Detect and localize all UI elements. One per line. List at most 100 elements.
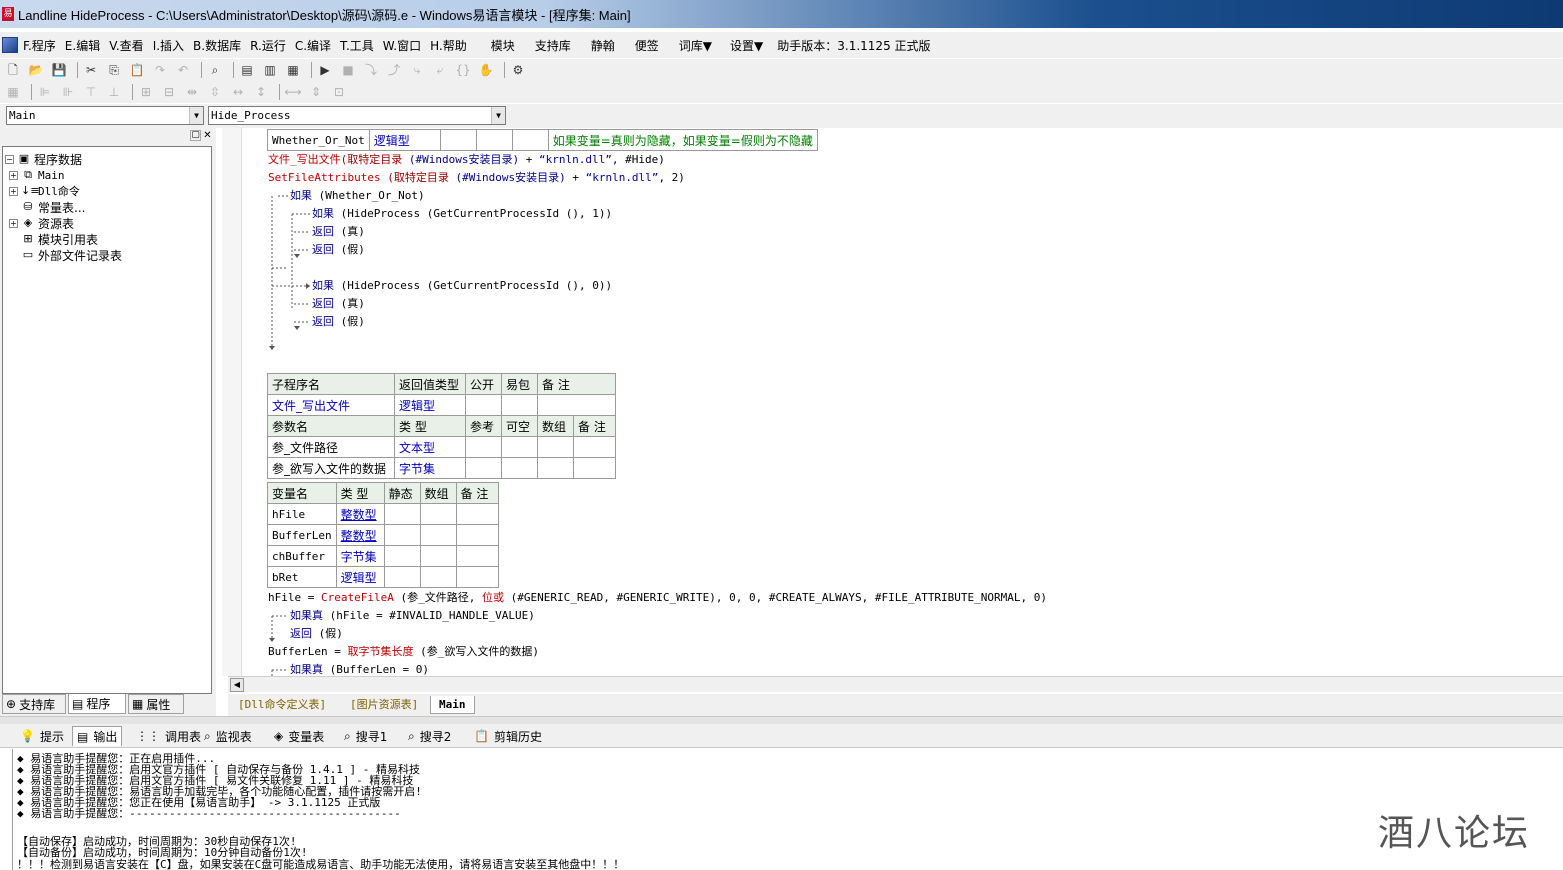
output-panel[interactable]: ◆ 易语言助手提醒您：正在启用插件... ◆ 易语言助手提醒您：启用文官方插件 … bbox=[12, 749, 1563, 870]
align-bottom-icon[interactable]: ⊥ bbox=[105, 83, 123, 101]
code-line[interactable]: 返回 (假) bbox=[312, 315, 365, 329]
expand-icon[interactable]: + bbox=[9, 218, 18, 228]
menu-tools[interactable]: T.工具 bbox=[340, 37, 374, 54]
chevron-down-icon[interactable]: ▼ bbox=[491, 107, 505, 124]
stop-icon[interactable]: ■ bbox=[339, 61, 357, 79]
menu-edit[interactable]: E.编辑 bbox=[65, 37, 100, 54]
expand-icon[interactable]: + bbox=[9, 186, 18, 196]
var-type-cell[interactable]: 整数型 bbox=[335, 503, 385, 525]
var-name-cell[interactable]: hFile bbox=[267, 503, 337, 525]
empty-cell[interactable] bbox=[419, 566, 457, 588]
param-name-cell[interactable]: 参_欲写入文件的数据 bbox=[267, 457, 395, 479]
empty-cell[interactable] bbox=[465, 436, 502, 458]
empty-cell[interactable] bbox=[419, 503, 457, 525]
menu-compile[interactable]: C.编译 bbox=[295, 37, 331, 54]
empty-cell[interactable] bbox=[573, 436, 616, 458]
empty-cell[interactable] bbox=[465, 394, 502, 416]
empty-cell[interactable] bbox=[455, 545, 499, 567]
tab-image-resources[interactable]: [图片资源表] bbox=[342, 696, 426, 714]
same-height-icon[interactable]: ⇕ bbox=[307, 83, 325, 101]
empty-cell[interactable] bbox=[439, 129, 477, 151]
tab-watch[interactable]: ⌕ 监视表 bbox=[200, 726, 256, 746]
empty-cell[interactable] bbox=[465, 457, 502, 479]
code-line[interactable]: 返回 (真) bbox=[312, 225, 365, 239]
same-width-icon[interactable]: ⟷ bbox=[284, 83, 302, 101]
var-name-cell[interactable]: bRet bbox=[267, 566, 337, 588]
tree-item-constants[interactable]: ⛁ 常量表... bbox=[21, 199, 85, 215]
code-line[interactable]: 返回 (真) bbox=[312, 297, 365, 311]
space-v-icon[interactable]: ⇳ bbox=[206, 83, 224, 101]
new-file-icon[interactable]: 🗋 bbox=[4, 61, 22, 79]
layout3-icon[interactable]: ▦ bbox=[284, 61, 302, 79]
step2-icon[interactable]: ⤴ bbox=[385, 61, 403, 79]
tab-search2[interactable]: ⌕ 搜寻2 bbox=[404, 726, 455, 746]
code-line[interactable]: 返回 (假) bbox=[312, 243, 365, 257]
step4-icon[interactable]: ⤶ bbox=[431, 61, 449, 79]
tab-output[interactable]: ▤ 输出 bbox=[72, 726, 123, 746]
param-type-cell[interactable]: 文本型 bbox=[394, 436, 466, 458]
menu-run[interactable]: R.运行 bbox=[250, 37, 286, 54]
menu-jinghan[interactable]: 静翰 bbox=[591, 37, 615, 54]
tab-main[interactable]: Main bbox=[430, 696, 475, 714]
chevron-down-icon[interactable]: ▼ bbox=[189, 107, 203, 124]
tab-hints[interactable]: 💡 提示 bbox=[16, 726, 68, 746]
align-left-icon[interactable]: ⊫ bbox=[36, 83, 54, 101]
empty-cell[interactable] bbox=[419, 524, 457, 546]
horizontal-scrollbar[interactable]: ◀ bbox=[228, 676, 1563, 692]
open-folder-icon[interactable]: 📂 bbox=[27, 61, 45, 79]
dist-v-icon[interactable]: ↕ bbox=[252, 83, 270, 101]
empty-cell[interactable] bbox=[573, 457, 616, 479]
var-name-cell[interactable]: chBuffer bbox=[267, 545, 337, 567]
layout1-icon[interactable]: ▤ bbox=[238, 61, 256, 79]
menu-help[interactable]: H.帮助 bbox=[430, 37, 467, 54]
var-comment-cell[interactable]: 如果变量=真则为隐藏，如果变量=假则为不隐藏 bbox=[547, 129, 818, 151]
empty-cell[interactable] bbox=[475, 129, 513, 151]
cut-icon[interactable]: ✂ bbox=[82, 61, 100, 79]
code-line[interactable]: 如果真 (BufferLen = 0) bbox=[290, 663, 429, 676]
empty-cell[interactable] bbox=[537, 394, 616, 416]
layout2-icon[interactable]: ▥ bbox=[261, 61, 279, 79]
tab-program[interactable]: ▤ 程序 bbox=[68, 694, 126, 714]
tab-search1[interactable]: ⌕ 搜寻1 bbox=[340, 726, 391, 746]
tab-properties[interactable]: ▦ 属性 bbox=[128, 694, 184, 714]
same-size-icon[interactable]: ⊡ bbox=[330, 83, 348, 101]
empty-cell[interactable] bbox=[383, 503, 421, 525]
tab-support-lib[interactable]: ⊕ 支持库 bbox=[2, 694, 66, 714]
menu-view[interactable]: V.查看 bbox=[109, 37, 143, 54]
space-h-icon[interactable]: ⇹ bbox=[183, 83, 201, 101]
step3-icon[interactable]: ⤷ bbox=[408, 61, 426, 79]
collapse-icon[interactable]: − bbox=[5, 154, 14, 164]
center-h-icon[interactable]: ⊞ bbox=[137, 83, 155, 101]
logo-icon[interactable] bbox=[2, 37, 18, 53]
find-icon[interactable]: ⌕ bbox=[206, 61, 224, 79]
menu-lexicon[interactable]: 词库▼ bbox=[679, 37, 712, 54]
tree-item-module-refs[interactable]: ⊞ 模块引用表 bbox=[21, 231, 98, 247]
copy-icon[interactable]: ⎘ bbox=[105, 61, 123, 79]
empty-cell[interactable] bbox=[455, 524, 499, 546]
sub-return-type-cell[interactable]: 逻辑型 bbox=[394, 394, 466, 416]
empty-cell[interactable] bbox=[419, 545, 457, 567]
empty-cell[interactable] bbox=[455, 503, 499, 525]
menu-window[interactable]: W.窗口 bbox=[383, 37, 421, 54]
panel-pin-icon[interactable]: ▢ bbox=[190, 130, 201, 141]
menu-notes[interactable]: 便签 bbox=[635, 37, 659, 54]
menu-module[interactable]: 模块 bbox=[491, 37, 515, 54]
empty-cell[interactable] bbox=[455, 566, 499, 588]
menu-insert[interactable]: I.插入 bbox=[153, 37, 184, 54]
empty-cell[interactable] bbox=[537, 457, 574, 479]
center-v-icon[interactable]: ⊟ bbox=[160, 83, 178, 101]
run-icon[interactable]: ▶ bbox=[316, 61, 334, 79]
menu-settings[interactable]: 设置▼ bbox=[730, 37, 763, 54]
code-line[interactable]: 如果真 (hFile = #INVALID_HANDLE_VALUE) bbox=[290, 609, 535, 623]
align-right-icon[interactable]: ⊪ bbox=[59, 83, 77, 101]
var-name-cell[interactable]: BufferLen bbox=[267, 524, 337, 546]
expand-icon[interactable]: + bbox=[9, 170, 18, 180]
helper-icon[interactable]: ⚙ bbox=[509, 61, 527, 79]
menu-support-lib[interactable]: 支持库 bbox=[535, 37, 571, 54]
step5-icon[interactable]: {} bbox=[454, 61, 472, 79]
save-icon[interactable]: 💾 bbox=[50, 61, 68, 79]
code-line[interactable]: 返回 (假) bbox=[290, 627, 343, 641]
hand-icon[interactable]: ✋ bbox=[477, 61, 495, 79]
menu-program[interactable]: F.程序 bbox=[23, 37, 56, 54]
var-type-cell[interactable]: 逻辑型 bbox=[368, 129, 441, 151]
